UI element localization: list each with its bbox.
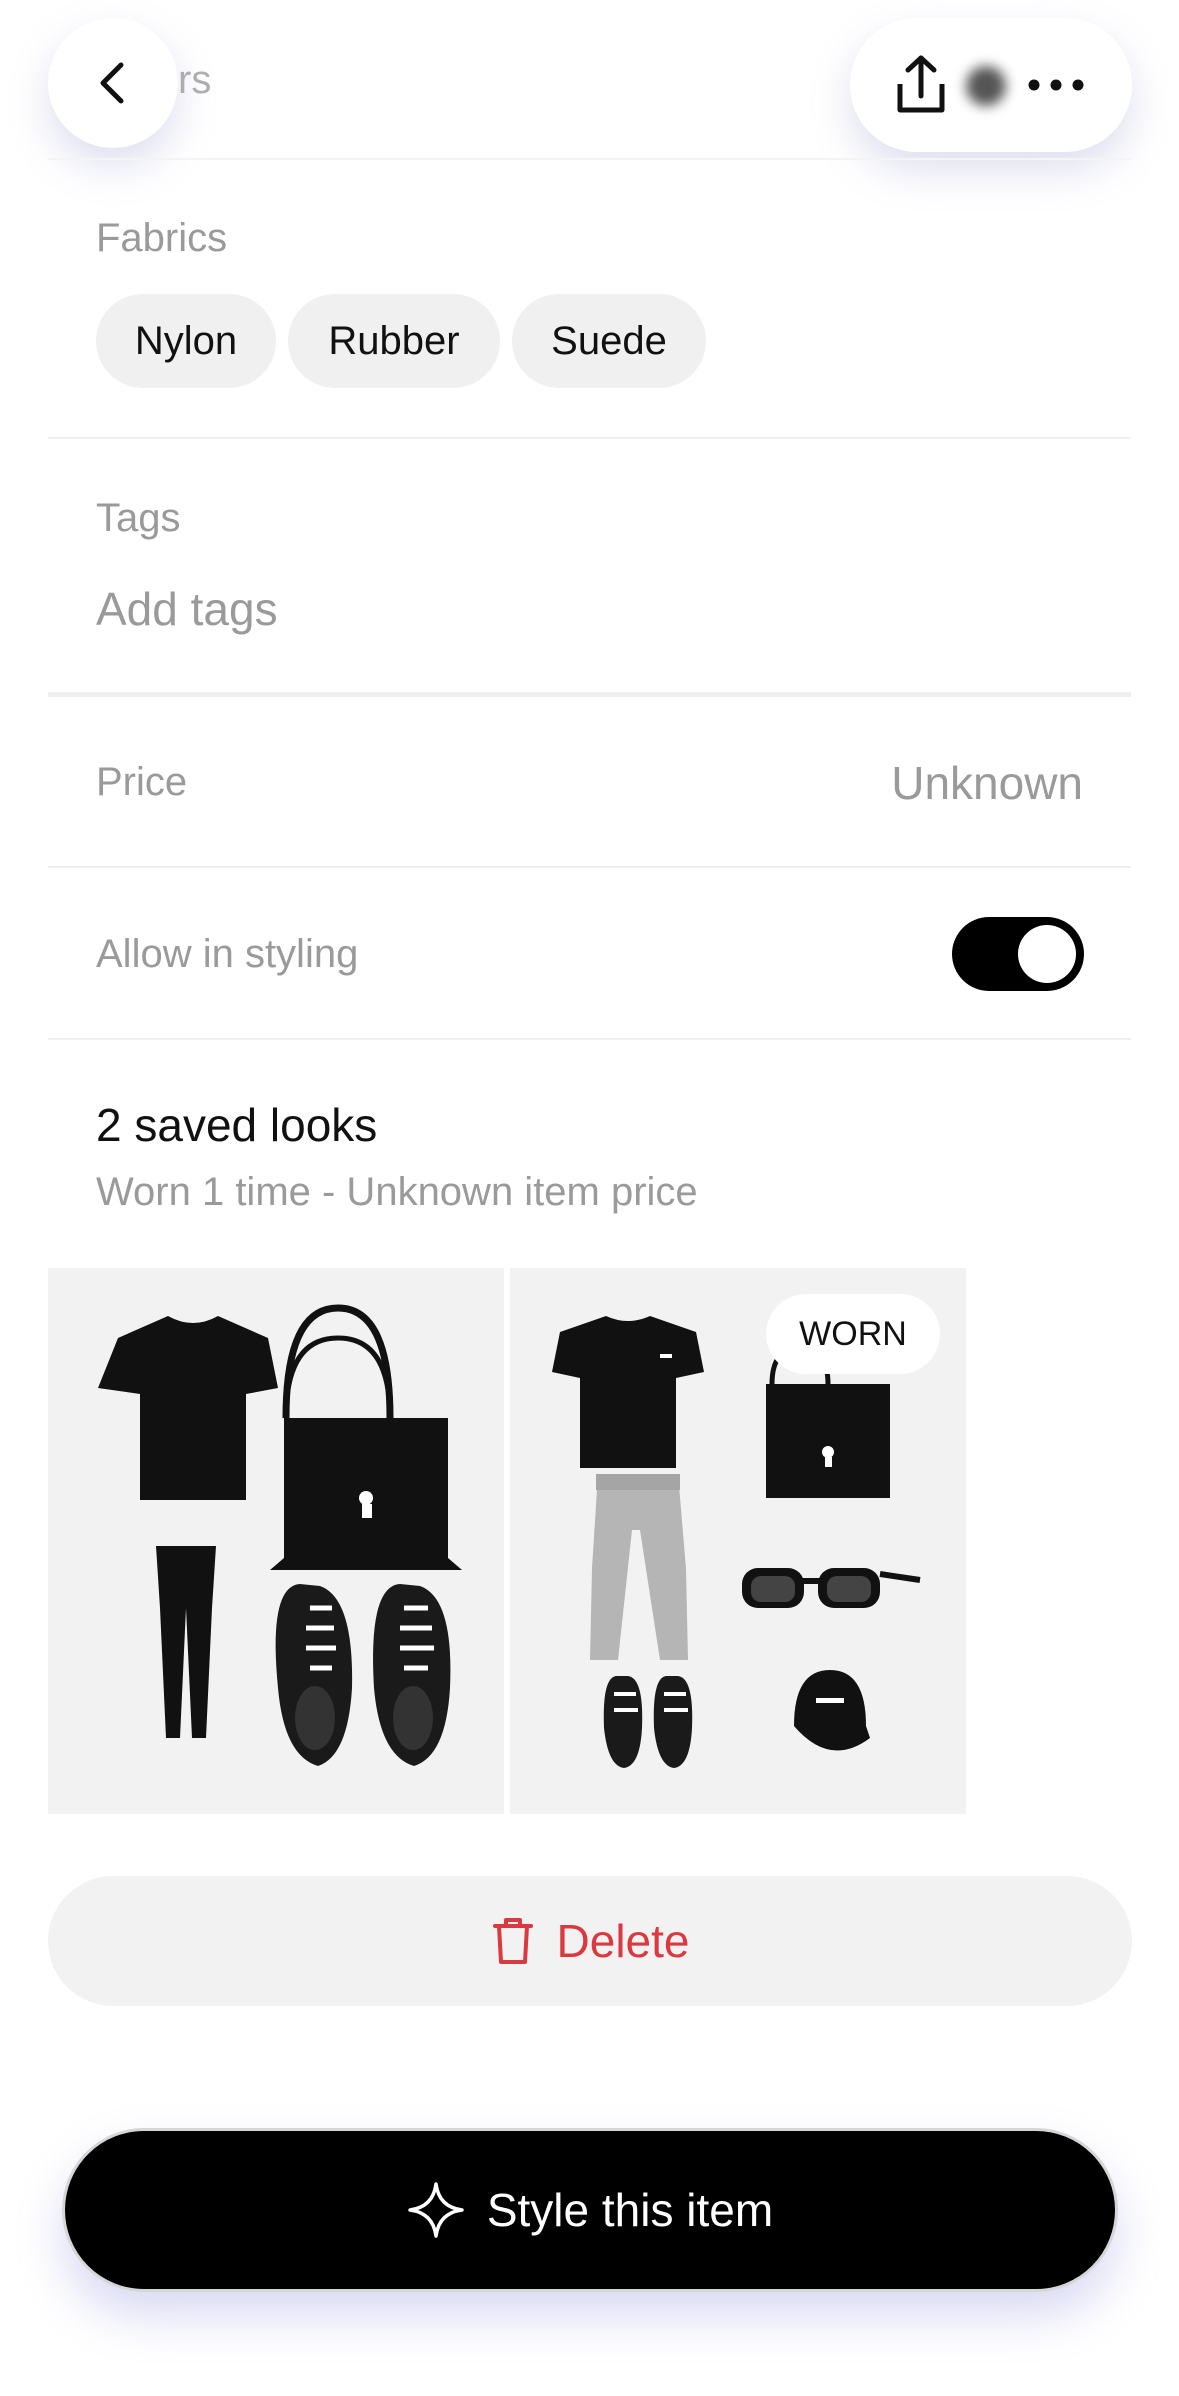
price-label: Price [96,760,188,804]
header-title-fragment: rs [178,58,212,102]
delete-label: Delete [556,1915,690,1967]
share-button[interactable] [886,50,956,120]
worn-badge: WORN [766,1294,940,1374]
divider [48,1038,1131,1040]
share-icon [897,55,945,113]
trash-icon [492,1918,533,1964]
back-button[interactable] [48,18,178,148]
sunglasses-shape [742,1568,921,1608]
tote-bag-shape [766,1384,890,1498]
style-item-button[interactable]: Style this item [62,2128,1118,2292]
divider [48,866,1131,868]
add-tags-input[interactable]: Add tags [96,582,278,636]
section-divider [48,692,1131,697]
fabrics-label: Fabrics [96,216,228,260]
saved-look-card[interactable] [48,1268,504,1814]
allow-styling-toggle[interactable] [952,917,1084,991]
leggings-shape [156,1546,216,1738]
saved-looks-subtitle: Worn 1 time - Unknown item price [96,1170,698,1214]
saved-look-card[interactable]: WORN [510,1268,966,1814]
sneakers-shape [603,1676,693,1768]
look-outfit-image [98,1304,462,1766]
allow-styling-label: Allow in styling [96,932,359,976]
sweatpants-shape [590,1474,688,1660]
fabric-chip-rubber[interactable]: Rubber [288,294,500,388]
divider [48,437,1131,439]
fabric-chip-nylon[interactable]: Nylon [96,294,276,388]
cap-shape [794,1670,870,1751]
saved-looks-title: 2 saved looks [96,1099,378,1151]
style-item-label: Style this item [486,2184,774,2236]
price-value[interactable]: Unknown [891,756,1083,810]
tags-label: Tags [96,496,181,540]
sparkle-icon [408,2182,464,2238]
tshirt-shape [552,1316,704,1468]
delete-button[interactable]: Delete [48,1876,1132,2006]
divider [48,158,1131,160]
toggle-knob [1018,925,1076,983]
top-actions-group [850,18,1132,152]
tshirt-shape [98,1316,278,1500]
fabric-chip-suede[interactable]: Suede [512,294,706,388]
blurred-avatar [966,66,1006,106]
sneakers-shape [275,1584,451,1766]
more-button[interactable] [1024,68,1088,102]
chevron-left-icon [100,62,124,104]
more-horizontal-icon [1028,79,1084,91]
